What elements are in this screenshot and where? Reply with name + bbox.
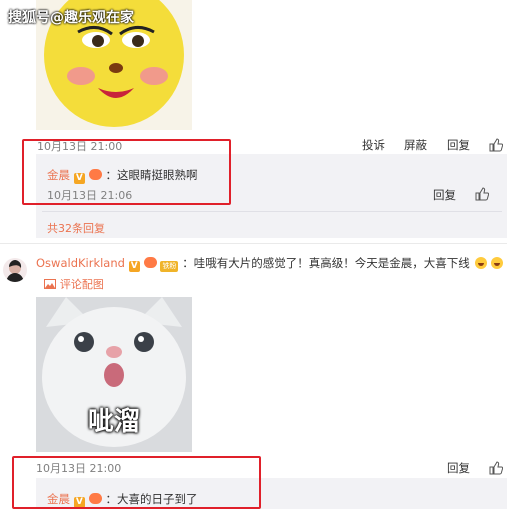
watermark-text: 搜狐号@趣乐观在家 (8, 10, 134, 26)
highlight-box-1 (22, 139, 231, 205)
image-icon (44, 279, 56, 289)
highlight-box-2 (12, 456, 261, 509)
reply-button[interactable]: 回复 (447, 137, 470, 153)
member-badge-icon (143, 257, 157, 268)
block-button[interactable]: 屏蔽 (404, 137, 427, 153)
like-thumb-icon[interactable] (489, 138, 503, 152)
post2-reply-button[interactable]: 回复 (447, 460, 470, 476)
fan-badge: 铁粉 (160, 261, 179, 272)
post2-text: ：哇哦有大片的感觉了！真高级！今天是金晨，大喜下线 (182, 256, 470, 270)
view-all-replies-link[interactable]: 共32条回复 (47, 220, 105, 236)
like-thumb-icon[interactable] (475, 187, 489, 201)
comment-separator (0, 243, 507, 244)
verified-v-icon: V (128, 261, 140, 272)
meme-image-cat[interactable]: 呲溜 (36, 297, 192, 452)
image-caption: 呲溜 (87, 407, 140, 437)
post2-header: OswaldKirkland V 铁粉 ：哇哦有大片的感觉了！真高级！今天是金晨… (36, 255, 507, 272)
like-thumb-icon[interactable] (489, 461, 503, 475)
post2-author-link[interactable]: OswaldKirkland (36, 256, 125, 270)
laughing-emoji-icon (474, 257, 487, 269)
reply1-reply-button[interactable]: 回复 (433, 187, 456, 203)
comment-image-link[interactable]: 评论配图 (44, 276, 104, 292)
reply-divider (42, 211, 502, 212)
avatar[interactable] (3, 258, 27, 282)
report-button[interactable]: 投诉 (362, 137, 385, 153)
comment-image-label: 评论配图 (59, 278, 104, 291)
laughing-emoji-icon (491, 257, 504, 269)
